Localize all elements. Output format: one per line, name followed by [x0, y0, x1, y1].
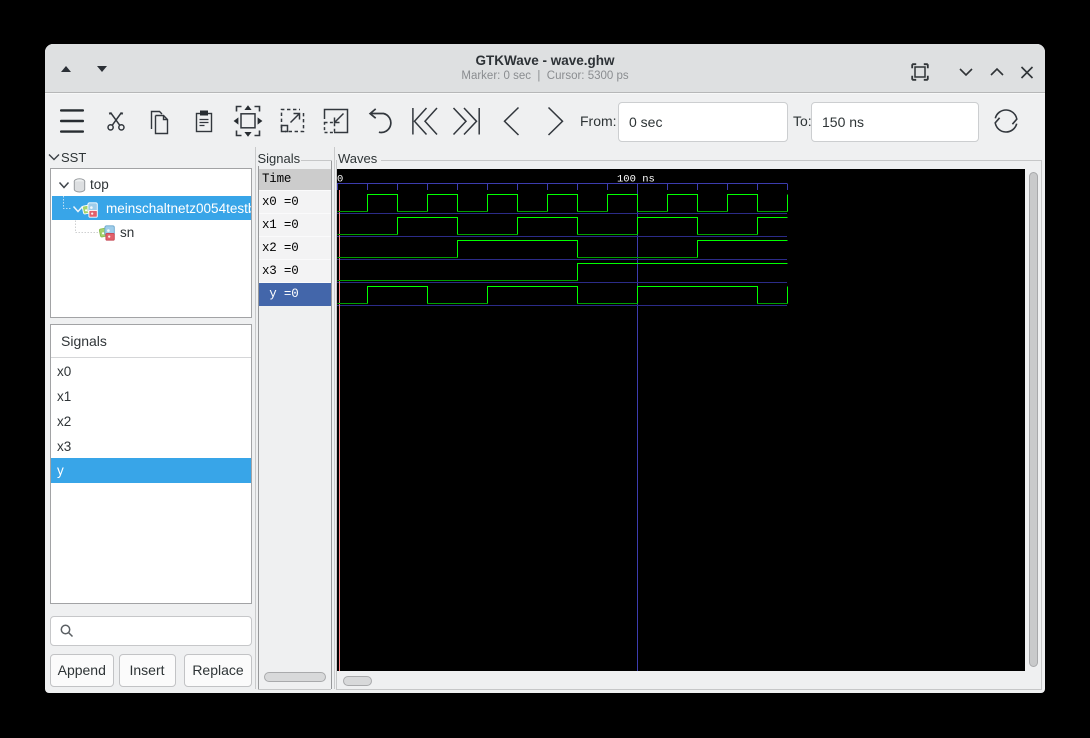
svg-text:100 ns: 100 ns	[617, 174, 655, 186]
svg-text:0: 0	[337, 174, 343, 186]
